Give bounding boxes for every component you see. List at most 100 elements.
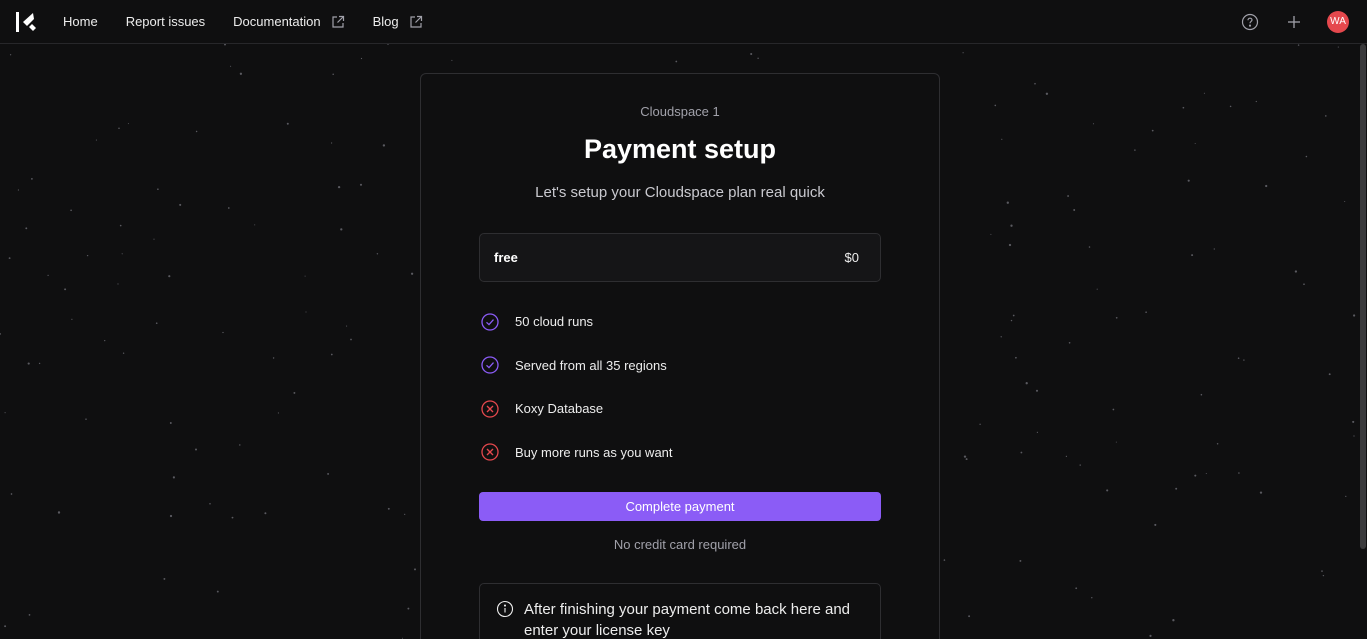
star-dot (305, 311, 307, 313)
star-dot (1305, 155, 1308, 158)
star-dot (963, 455, 967, 458)
star-dot (0, 333, 2, 335)
complete-payment-button[interactable]: Complete payment (479, 492, 881, 521)
no-credit-card-note: No credit card required (613, 537, 747, 552)
star-dot (1352, 314, 1356, 317)
external-link-icon (332, 15, 344, 28)
star-dot (360, 57, 363, 60)
star-dot (1092, 123, 1095, 125)
star-dot (1259, 491, 1263, 494)
payment-setup-card: Cloudspace 1 Payment setup Let's setup y… (420, 73, 940, 639)
check-circle-icon (481, 313, 499, 331)
star-dot (1079, 464, 1081, 466)
star-dot (47, 274, 49, 277)
star-dot (95, 139, 97, 141)
star-dot (31, 178, 33, 180)
star-dot (195, 448, 197, 451)
feature-item: Koxy Database (479, 387, 881, 431)
star-dot (231, 516, 234, 519)
star-dot (1000, 336, 1002, 338)
star-dot (1324, 115, 1327, 117)
star-dot (1068, 341, 1071, 344)
star-dot (1321, 570, 1323, 572)
plan-price: $0 (844, 250, 859, 265)
plus-icon[interactable] (1285, 13, 1303, 31)
external-link-icon (410, 15, 422, 28)
star-dot (127, 123, 129, 125)
star-dot (1010, 224, 1013, 227)
star-dot (70, 209, 72, 212)
star-dot (1001, 138, 1003, 140)
star-dot (387, 44, 389, 45)
nav-home-label: Home (63, 14, 98, 29)
star-dot (227, 207, 230, 209)
nav-blog[interactable]: Blog (359, 0, 437, 43)
star-dot (38, 362, 41, 365)
star-dot (1238, 472, 1240, 474)
check-circle-icon (481, 356, 499, 374)
star-dot (1036, 431, 1038, 433)
star-dot (209, 503, 211, 505)
star-dot (330, 353, 333, 356)
help-circle-icon[interactable] (1241, 13, 1259, 31)
star-dot (179, 203, 182, 206)
star-dot (1303, 283, 1305, 286)
star-dot (1145, 311, 1147, 314)
star-dot (1352, 420, 1355, 423)
star-dot (104, 339, 106, 342)
star-dot (1088, 246, 1091, 248)
nav-report-issues[interactable]: Report issues (112, 0, 219, 43)
star-dot (376, 253, 379, 255)
star-dot (118, 127, 120, 129)
star-dot (1294, 270, 1298, 273)
toolbar-right: WA (1215, 0, 1349, 43)
star-dot (346, 325, 348, 327)
nav-documentation-label: Documentation (233, 14, 321, 29)
star-dot (1015, 356, 1017, 359)
star-dot (1106, 489, 1109, 492)
star-dot (230, 65, 232, 67)
star-dot (304, 275, 306, 277)
feature-item: 50 cloud runs (479, 300, 881, 344)
feature-label: Served from all 35 regions (515, 357, 667, 373)
star-dot (1297, 44, 1300, 46)
feature-label: Koxy Database (515, 401, 604, 417)
star-dot (1205, 472, 1207, 475)
star-dot (1255, 100, 1257, 103)
star-dot (25, 227, 28, 230)
star-dot (340, 228, 343, 231)
star-dot (1134, 149, 1136, 151)
star-dot (1203, 92, 1205, 94)
star-dot (168, 275, 171, 278)
star-dot (1187, 179, 1190, 182)
star-dot (979, 423, 981, 425)
star-dot (1344, 200, 1346, 203)
star-dot (994, 104, 997, 107)
star-dot (1020, 451, 1023, 454)
star-dot (1065, 455, 1068, 458)
star-dot (1229, 105, 1232, 108)
star-dot (122, 352, 125, 354)
info-callout: After finishing your payment come back h… (479, 583, 881, 639)
page-scrollbar[interactable] (1360, 44, 1366, 549)
plan-selector[interactable]: free $0 (479, 233, 881, 282)
star-dot (1337, 46, 1339, 48)
star-dot (57, 511, 61, 514)
star-dot (169, 422, 172, 424)
x-circle-icon (481, 443, 499, 461)
nav-documentation[interactable]: Documentation (219, 0, 358, 43)
star-dot (1216, 443, 1219, 445)
nav-home[interactable]: Home (49, 0, 112, 43)
star-dot (1353, 435, 1355, 437)
star-dot (1115, 316, 1118, 319)
star-dot (757, 57, 759, 60)
star-dot (1151, 129, 1154, 132)
star-dot (216, 590, 219, 593)
koxy-logo[interactable] (14, 10, 38, 34)
star-dot (195, 130, 198, 133)
avatar[interactable]: WA (1327, 10, 1349, 33)
star-dot (224, 44, 226, 46)
star-dot (4, 625, 7, 628)
star-dot (1182, 106, 1185, 109)
star-dot (331, 142, 333, 144)
